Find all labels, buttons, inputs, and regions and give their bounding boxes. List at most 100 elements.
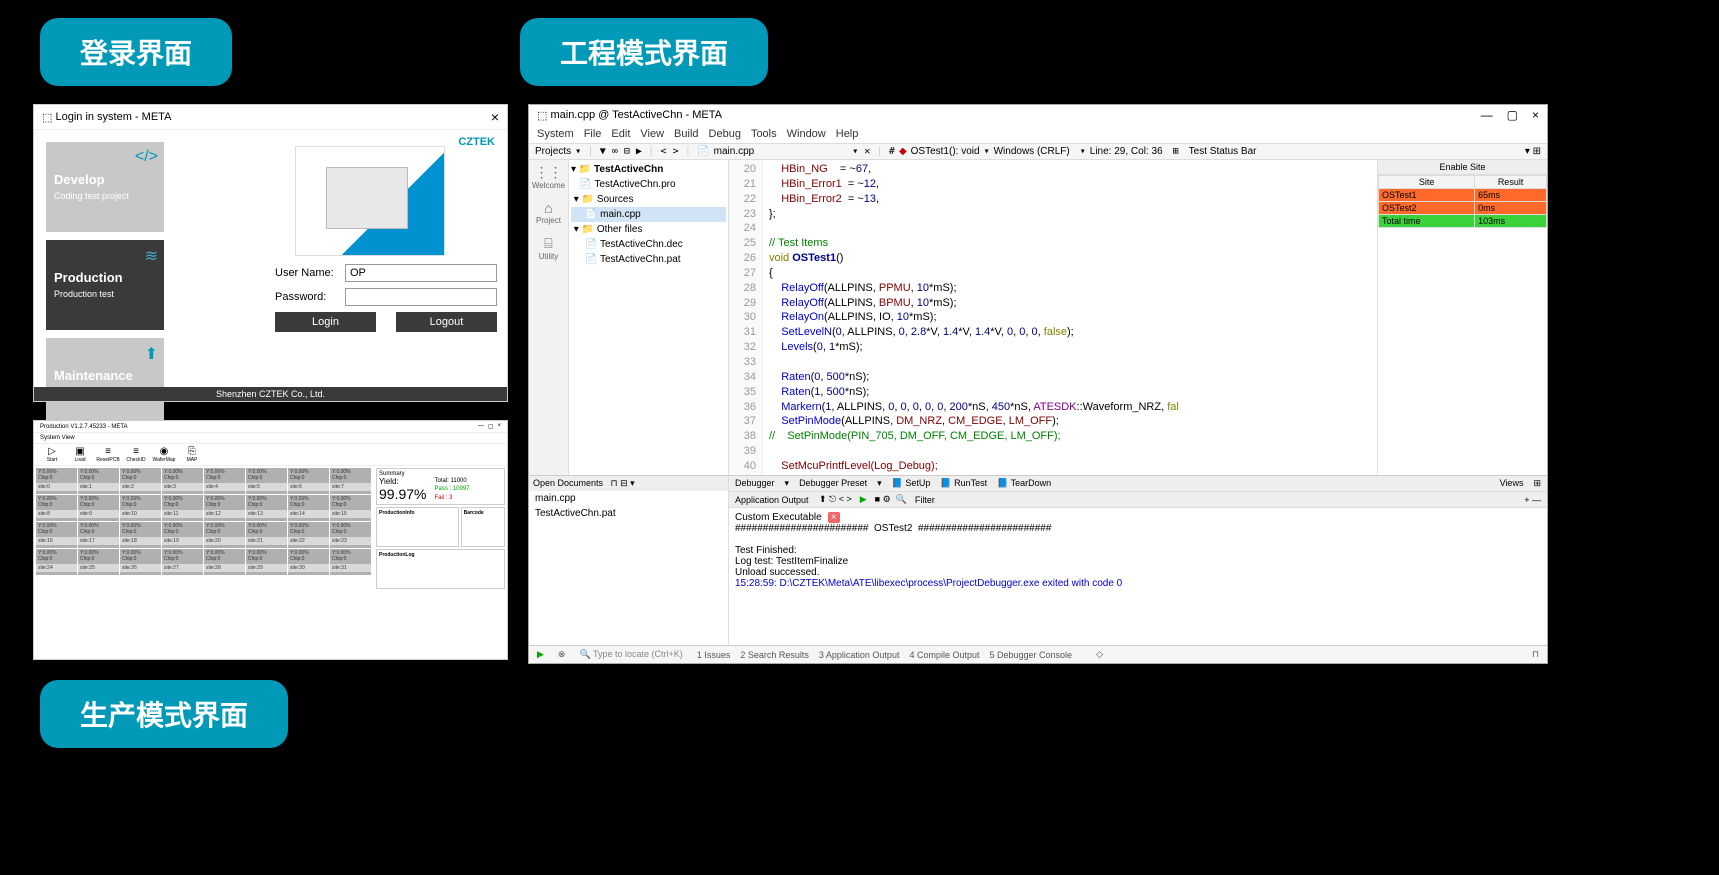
logout-button[interactable]: Logout (396, 312, 497, 332)
site-cell[interactable]: Y:0.00%Chip:0site:6 (288, 468, 329, 494)
runtest-button[interactable]: RunTest (954, 478, 987, 488)
menu-debug[interactable]: Debug (709, 128, 741, 140)
status-tab[interactable]: 1 Issues (697, 650, 731, 660)
site-cell[interactable]: Y:0.00%Chip:0site:5 (246, 468, 287, 494)
login-button[interactable]: Login (275, 312, 376, 332)
menu-edit[interactable]: Edit (611, 128, 630, 140)
tree-dec-file[interactable]: TestActiveChn.dec (600, 239, 683, 250)
site-cell[interactable]: Y:0.00%Chip:0site:25 (78, 549, 119, 575)
tile-develop[interactable]: </> Develop Coding test project (46, 142, 164, 232)
site-cell[interactable]: Y:0.00%Chip:0site:18 (120, 522, 161, 548)
site-cell[interactable]: Y:0.00%Chip:0site:7 (330, 468, 371, 494)
tree-other-files[interactable]: Other files (597, 224, 643, 235)
tile-maintenance[interactable]: ⬆ Maintenance Device configuration (46, 338, 164, 428)
prod-menu[interactable]: System View (34, 433, 507, 444)
open-doc-item[interactable]: TestActiveChn.pat (529, 506, 728, 521)
site-cell[interactable]: Y:0.00%Chip:0site:21 (246, 522, 287, 548)
close-icon[interactable]: × (497, 423, 501, 430)
status-tab[interactable]: 2 Search Results (740, 650, 809, 660)
tile-production[interactable]: ≋ Production Production test (46, 240, 164, 330)
maximize-icon[interactable]: ▢ (488, 423, 494, 430)
site-cell[interactable]: Y:0.00%Chip:0site:17 (78, 522, 119, 548)
site-cell[interactable]: Y:0.00%Chip:0site:30 (288, 549, 329, 575)
open-doc-item[interactable]: main.cpp (529, 491, 728, 506)
menu-view[interactable]: View (640, 128, 664, 140)
locator-input[interactable]: Type to locate (Ctrl+K) (593, 649, 683, 659)
site-cell[interactable]: Y:0.00%Chip:0site:0 (36, 468, 77, 494)
close-icon[interactable]: × (1532, 108, 1539, 122)
code-editor[interactable]: 2021222324252627282930313233343536373839… (729, 160, 1377, 475)
debugger-preset[interactable]: Debugger Preset (799, 478, 867, 489)
sidebar-welcome[interactable]: ⋮⋮Welcome (532, 164, 565, 190)
menu-help[interactable]: Help (836, 128, 859, 140)
site-cell[interactable]: Y:0.00%Chip:0site:9 (78, 495, 119, 521)
site-cell[interactable]: Y:0.00%Chip:0site:10 (120, 495, 161, 521)
site-cell[interactable]: Y:0.00%Chip:0site:15 (330, 495, 371, 521)
toolbar-load[interactable]: ▣Load (68, 446, 92, 463)
site-cell[interactable]: Y:0.00%Chip:0site:1 (78, 468, 119, 494)
upload-icon: ⬆ (145, 344, 158, 364)
close-icon[interactable]: × (491, 109, 499, 125)
run-icon[interactable]: ▶ (537, 649, 544, 660)
site-cell[interactable]: Y:0.00%Chip:0site:11 (162, 495, 203, 521)
site-cell[interactable]: Y:0.00%Chip:0site:12 (204, 495, 245, 521)
menu-tools[interactable]: Tools (751, 128, 777, 140)
status-tab[interactable]: 5 Debugger Console (990, 650, 1073, 660)
status-tab[interactable]: 3 Application Output (819, 650, 900, 660)
views-dropdown[interactable]: Views (1500, 478, 1524, 489)
yield-label: Yield: (379, 477, 426, 486)
site-cell[interactable]: Y:0.00%Chip:0site:8 (36, 495, 77, 521)
tree-pro-file[interactable]: TestActiveChn.pro (594, 179, 675, 190)
close-tab-icon[interactable]: × (828, 512, 840, 523)
more-icon[interactable]: ◇ (1096, 649, 1103, 660)
custom-executable-tab[interactable]: Custom Executable (735, 512, 822, 523)
site-cell[interactable]: Y:0.00%Chip:0site:20 (204, 522, 245, 548)
filter-input[interactable]: Filter (915, 495, 935, 505)
teardown-button[interactable]: TearDown (1011, 478, 1052, 488)
source-code[interactable]: HBin_NG = ~67, HBin_Error1 = ~12, HBin_E… (763, 160, 1377, 475)
site-cell[interactable]: Y:0.00%Chip:0site:23 (330, 522, 371, 548)
site-cell[interactable]: Y:0.00%Chip:0site:13 (246, 495, 287, 521)
username-input[interactable] (345, 264, 497, 282)
toolbar-resetpcb[interactable]: ≡ResetPCB (96, 446, 120, 463)
tree-pat-file[interactable]: TestActiveChn.pat (600, 254, 681, 265)
menu-file[interactable]: File (584, 128, 602, 140)
menu-build[interactable]: Build (674, 128, 698, 140)
status-tab[interactable]: 4 Compile Output (909, 650, 979, 660)
site-cell[interactable]: Y:0.00%Chip:0site:31 (330, 549, 371, 575)
site-cell[interactable]: Y:0.00%Chip:0site:4 (204, 468, 245, 494)
site-cell[interactable]: Y:0.00%Chip:0site:26 (120, 549, 161, 575)
panel-toggle-icon[interactable]: ⊓ (1532, 649, 1539, 660)
site-cell[interactable]: Y:0.00%Chip:0site:24 (36, 549, 77, 575)
site-cell[interactable]: Y:0.00%Chip:0site:22 (288, 522, 329, 548)
site-cell[interactable]: Y:0.00%Chip:0site:29 (246, 549, 287, 575)
toolbar-checkid[interactable]: ≡CheckID (124, 446, 148, 463)
projects-dropdown[interactable]: Projects (535, 146, 571, 157)
site-cell[interactable]: Y:0.00%Chip:0site:27 (162, 549, 203, 575)
sidebar-project[interactable]: ⌂Project (536, 200, 561, 225)
setup-button[interactable]: SetUp (905, 478, 930, 488)
toolbar-start[interactable]: ▷Start (40, 446, 64, 463)
toolbar-wafermap[interactable]: ◉WaferMap (152, 446, 176, 463)
site-cell[interactable]: Y:0.00%Chip:0site:3 (162, 468, 203, 494)
minimize-icon[interactable]: — (478, 423, 484, 430)
site-cell[interactable]: Y:0.00%Chip:0site:19 (162, 522, 203, 548)
minimize-icon[interactable]: — (1481, 108, 1493, 122)
site-cell[interactable]: Y:0.00%Chip:0site:14 (288, 495, 329, 521)
run-icon[interactable]: ▶ (860, 494, 867, 505)
sidebar-utility[interactable]: ⌸Utility (539, 235, 559, 261)
debugger-label[interactable]: Debugger (735, 478, 775, 489)
site-cell[interactable]: Y:0.00%Chip:0site:2 (120, 468, 161, 494)
toolbar-map[interactable]: ⎘MAP (180, 446, 204, 463)
encoding[interactable]: Windows (CRLF) (994, 146, 1070, 157)
tree-main-cpp[interactable]: main.cpp (600, 209, 641, 220)
project-root[interactable]: TestActiveChn (594, 164, 663, 175)
site-cell[interactable]: Y:0.00%Chip:0site:16 (36, 522, 77, 548)
menu-system[interactable]: System (537, 128, 574, 140)
maximize-icon[interactable]: ▢ (1507, 108, 1518, 122)
site-cell[interactable]: Y:0.00%Chip:0site:28 (204, 549, 245, 575)
tree-sources[interactable]: Sources (597, 194, 634, 205)
menu-window[interactable]: Window (787, 128, 826, 140)
password-input[interactable] (345, 288, 497, 306)
close-icon[interactable]: ⊗ (558, 649, 566, 660)
